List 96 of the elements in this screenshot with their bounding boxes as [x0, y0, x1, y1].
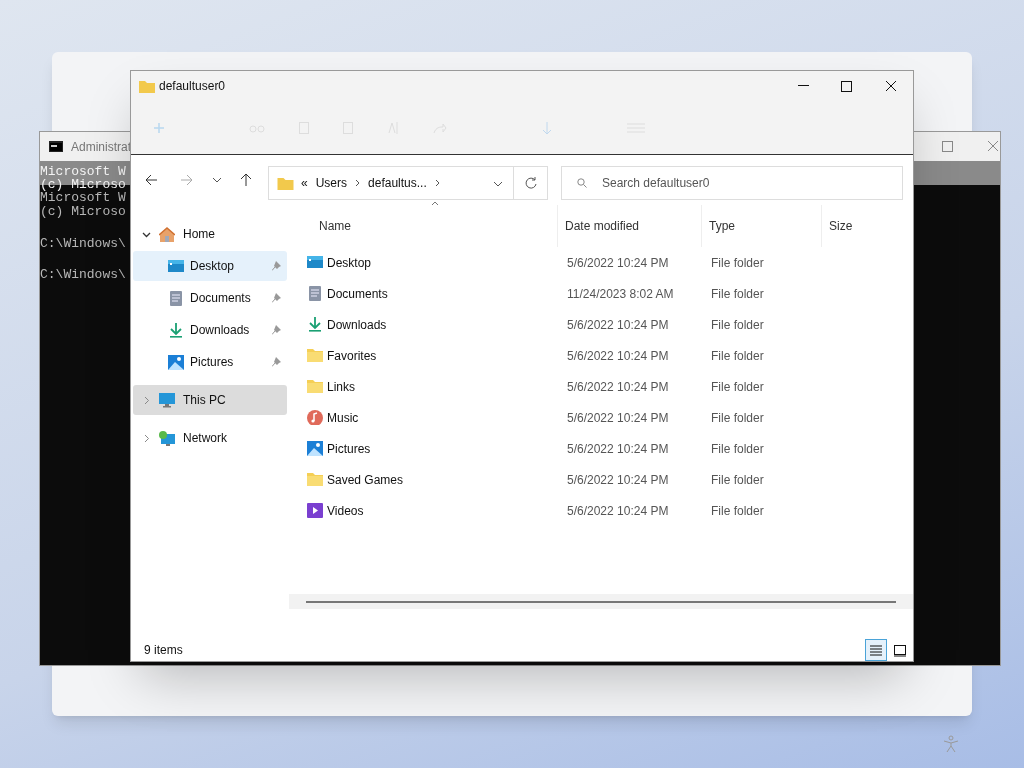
file-name[interactable]: Pictures	[327, 439, 371, 458]
nav-item[interactable]: Desktop	[133, 251, 287, 281]
back-icon[interactable]	[145, 174, 158, 186]
chevron-right-icon[interactable]	[142, 395, 151, 405]
table-cell-text: File folder	[710, 254, 765, 272]
table-cell-text: 5/6/2022 10:24 PM	[566, 440, 670, 458]
column-header[interactable]: Name	[289, 205, 557, 247]
network-icon	[159, 430, 175, 446]
nav-item[interactable]: Downloads	[133, 315, 287, 345]
nav-item[interactable]: Pictures	[133, 347, 287, 377]
chevron-right-icon	[434, 179, 440, 187]
folder-icon	[139, 79, 155, 93]
table-cell-text: 5/6/2022 10:24 PM	[566, 316, 670, 334]
file-name[interactable]: Saved Games	[327, 470, 404, 489]
table-cell-text: File folder	[710, 409, 765, 427]
breadcrumb[interactable]: defaultus...	[368, 174, 427, 192]
chevron-down-icon[interactable]	[212, 177, 222, 183]
table-cell-text: 5/6/2022 10:24 PM	[566, 254, 670, 272]
search-input[interactable]: Search defaultuser0	[602, 174, 882, 192]
up-icon[interactable]	[240, 173, 252, 186]
document-icon	[168, 290, 184, 306]
maximize-icon[interactable]	[942, 141, 953, 152]
table-cell-text: File folder	[710, 440, 765, 458]
table-cell-text: File folder	[710, 347, 765, 365]
item-count: 9 items	[144, 642, 183, 659]
sort-caret-icon[interactable]	[431, 201, 439, 206]
table-cell-text: 5/6/2022 10:24 PM	[566, 502, 670, 520]
pin-icon[interactable]	[272, 325, 281, 335]
home-icon	[159, 226, 175, 242]
column-header[interactable]: Type	[701, 205, 821, 247]
refresh-icon[interactable]	[525, 177, 537, 189]
file-name[interactable]: Links	[327, 377, 355, 396]
list-icon	[869, 643, 883, 657]
folder-icon	[307, 379, 323, 394]
nav-item[interactable]: Network	[133, 423, 287, 453]
table-cell-text: 5/6/2022 10:24 PM	[566, 471, 670, 489]
close-icon[interactable]	[987, 140, 999, 152]
pin-icon[interactable]	[272, 357, 281, 367]
nav-item[interactable]: Home	[133, 219, 287, 249]
chevron-down-icon[interactable]	[493, 181, 503, 187]
console-line: (c) Microso	[40, 205, 126, 219]
nav-item[interactable]: This PC	[133, 385, 287, 415]
table-cell-text: File folder	[710, 471, 765, 489]
search-field[interactable]: Search defaultuser0	[561, 166, 903, 200]
forward-icon[interactable]	[180, 174, 193, 186]
scrollbar-thumb[interactable]	[306, 600, 896, 603]
table-cell-text: 5/6/2022 10:24 PM	[566, 378, 670, 396]
file-name[interactable]: Favorites	[327, 346, 377, 365]
video-icon	[307, 503, 323, 518]
table-cell-text: 5/6/2022 10:24 PM	[566, 347, 670, 365]
accessibility-icon[interactable]	[943, 735, 959, 753]
search-icon	[577, 178, 587, 188]
column-header[interactable]: Date modified	[557, 205, 701, 247]
picture-icon	[307, 441, 323, 456]
file-name[interactable]: Documents	[327, 284, 388, 303]
desktop-icon	[168, 258, 184, 274]
tiles-icon	[893, 643, 907, 657]
column-header[interactable]: Size	[821, 205, 901, 247]
window-title: defaultuser0	[159, 78, 226, 95]
close-icon	[885, 80, 897, 92]
table-cell-text: File folder	[710, 285, 765, 303]
address-bar[interactable]: « Users defaultus...	[268, 166, 548, 200]
maximize-icon	[840, 80, 852, 92]
file-name[interactable]: Downloads	[327, 315, 387, 334]
chevron-right-icon	[355, 179, 361, 187]
table-cell-text: File folder	[710, 502, 765, 520]
folder-icon	[307, 472, 323, 487]
console-icon	[49, 141, 63, 152]
console-line: Microsoft W	[40, 165, 126, 179]
table-cell-text: File folder	[710, 378, 765, 396]
breadcrumb[interactable]: Users	[315, 174, 348, 192]
music-icon	[307, 410, 323, 425]
pin-icon[interactable]	[272, 293, 281, 303]
console-line: C:\Windows\	[40, 237, 126, 251]
picture-icon	[168, 354, 184, 370]
overflow-chevron[interactable]: «	[301, 174, 308, 192]
folder-icon	[277, 176, 294, 190]
table-cell-text: 11/24/2023 8:02 AM	[566, 285, 675, 303]
chevron-right-icon[interactable]	[142, 433, 151, 443]
file-name[interactable]: Videos	[327, 501, 364, 520]
document-icon	[307, 286, 323, 301]
console-line: C:\Windows\	[40, 268, 126, 282]
console-line: Microsoft W	[40, 191, 126, 205]
pin-icon[interactable]	[272, 261, 281, 271]
folder-icon	[307, 348, 323, 363]
download-icon	[307, 317, 323, 332]
file-name[interactable]: Desktop	[327, 253, 372, 272]
desktop-icon	[307, 255, 323, 270]
table-cell-text: File folder	[710, 316, 765, 334]
file-name[interactable]: Music	[327, 408, 359, 427]
nav-item[interactable]: Documents	[133, 283, 287, 313]
monitor-icon	[159, 392, 175, 408]
console-title: Administrat	[71, 138, 132, 156]
minimize-icon	[797, 85, 809, 87]
table-cell-text: 5/6/2022 10:24 PM	[566, 409, 670, 427]
download-icon	[168, 322, 184, 338]
